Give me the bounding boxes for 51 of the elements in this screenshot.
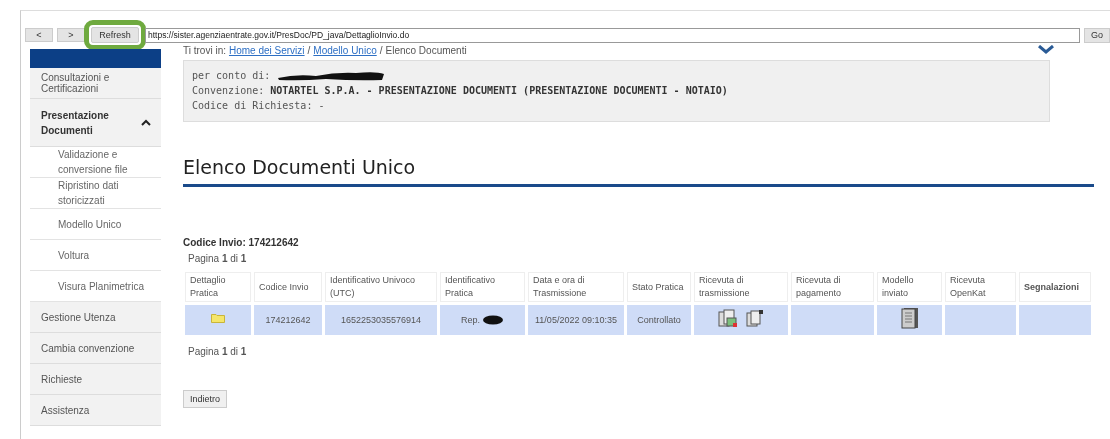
column-header: Modello inviato	[877, 272, 942, 302]
info-text: Codice di Richiesta: -	[192, 99, 325, 113]
info-label: Convenzione:	[192, 84, 265, 98]
sidebar-item[interactable]: Assistenza	[30, 395, 161, 426]
breadcrumb-link[interactable]: Home dei Servizi	[228, 44, 305, 56]
sidebar-subitem[interactable]: Ripristino dati storicizzati	[30, 178, 161, 209]
column-header: Ricevuta di trasmissione	[694, 272, 788, 302]
chevron-icon[interactable]	[1038, 45, 1054, 55]
column-header: Dettaglio Pratica	[185, 272, 251, 302]
table-cell: Controllato	[627, 305, 691, 335]
sidebar-item[interactable]: Consultazioni e Certificazioni	[30, 68, 161, 99]
table-cell: 174212642	[254, 305, 322, 335]
sidebar-subitem[interactable]: Voltura	[30, 240, 161, 271]
table-cell	[1019, 305, 1091, 335]
breadcrumb-separator: /	[379, 44, 383, 56]
sidebar-item[interactable]: Gestione Utenza	[30, 302, 161, 333]
column-header: Codice Invio	[254, 272, 322, 302]
column-header: Identificativo Pratica	[440, 272, 525, 302]
go-button[interactable]: Go	[1084, 27, 1110, 43]
column-header: Segnalazioni	[1019, 272, 1091, 302]
back-button[interactable]: <	[25, 28, 53, 42]
back-button[interactable]: Indietro	[183, 390, 227, 408]
page-heading: Elenco Documenti Unico	[183, 156, 1094, 187]
pagination-text: Pagina 1 di 1	[188, 346, 248, 357]
column-header: Data e ora di Trasmissione	[528, 272, 624, 302]
table-cell	[945, 305, 1016, 335]
redaction-mark	[482, 315, 504, 325]
sidebar-item[interactable]: Cambia convenzione	[30, 333, 161, 364]
breadcrumb-label: Ti trovi in:	[183, 44, 226, 56]
table-cell: 11/05/2022 09:10:35	[528, 305, 624, 335]
forward-button[interactable]: >	[57, 28, 85, 42]
sidebar-item[interactable]: Richieste	[30, 364, 161, 395]
sidebar-subitem[interactable]: Validazione e conversione file	[30, 147, 161, 178]
sidebar-subitem[interactable]: Visura Planimetrica	[30, 271, 161, 302]
codice-invio-label: Codice Invio: 174212642	[183, 237, 300, 248]
column-header: Ricevuta OpenKat	[945, 272, 1016, 302]
sidebar-subitem[interactable]: Modello Unico	[30, 209, 161, 240]
pagination-text: Pagina 1 di 1	[188, 253, 248, 264]
info-value: NOTARTEL S.P.A. - PRESENTAZIONE DOCUMENTI (PRESENTAZIONE DOCUMENTI - NOTAIO)	[270, 84, 728, 98]
document-icon[interactable]	[746, 309, 764, 327]
info-label: per conto di:	[192, 69, 271, 83]
breadcrumb-separator: /	[307, 44, 311, 56]
breadcrumb-link[interactable]: Modello Unico	[313, 44, 377, 56]
column-header: Identificativo Univoco (UTC)	[325, 272, 437, 302]
address-field[interactable]: https://sister.agenziaentrate.gov.it/PresDoc/PD_java/DettaglioInvio.do	[145, 27, 1080, 43]
breadcrumb-current: Elenco Documenti	[385, 44, 467, 56]
table-cell: Rep.	[440, 305, 525, 335]
column-header: Stato Pratica	[627, 272, 691, 302]
column-header: Ricevuta di pagamento	[791, 272, 874, 302]
table-cell: 1652253035576914	[325, 305, 437, 335]
document-icon[interactable]	[900, 307, 919, 329]
